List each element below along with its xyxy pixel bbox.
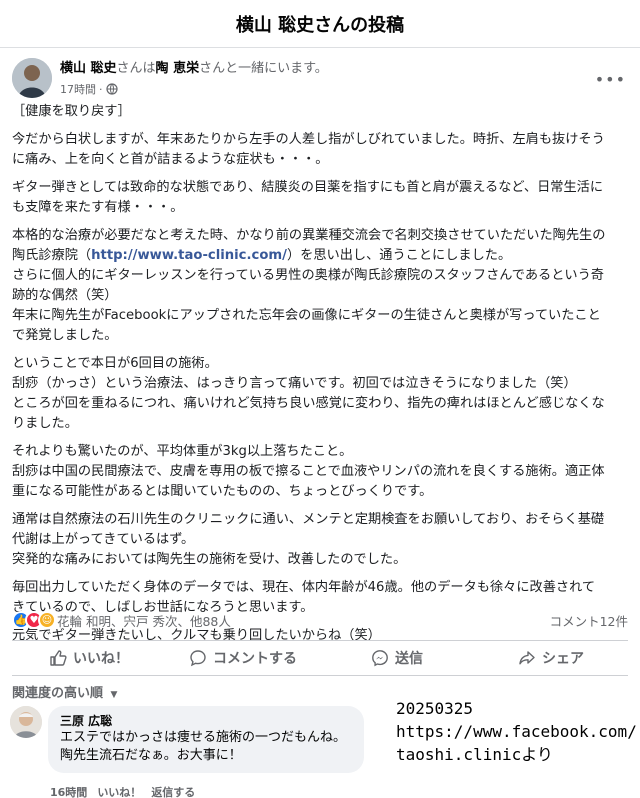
post-paragraph: ［健康を取り戻す］ (12, 102, 628, 122)
care-reaction-icon: ☺ (38, 611, 56, 629)
post-text-line: 通常は自然療法の石川先生のクリニックに通い、メンテと定期検査をお願いしており、お… (12, 512, 605, 527)
like-button[interactable]: いいね！ (12, 641, 166, 675)
globe-icon (105, 83, 118, 95)
with-text: さんは (116, 61, 156, 76)
post-paragraph: ギター弾きとしては致命的な状態であり、結膜炎の目薬を指すにも首と肩が震えるなど、… (12, 178, 628, 218)
post-text-line: で発覚しました。 (12, 328, 118, 343)
source-annotation: 20250325 https://www.facebook.com/ taosh… (396, 697, 640, 766)
author-photo (12, 58, 52, 98)
post-actions: いいね！ コメントする 送信 シェア (12, 640, 628, 676)
post-paragraph: ということで本日が6回目の施術。刮痧（かっさ）という治療法、はっきり言って痛いで… (12, 354, 628, 434)
post-text-line: 刮痧は中国の民間療法で、皮膚を専用の板で擦ることで血液やリンパの流れを良くする施… (12, 464, 605, 479)
comment-line: エステではかっさは痩せる施術の一つだもんね。 (60, 730, 347, 745)
clinic-line: 陶氏診療院（http://www.tao-clinic.com/）を思い出し、通… (12, 246, 628, 266)
post-text-line: ［健康を取り戻す］ (12, 104, 131, 119)
post-body: ［健康を取り戻す］ 今だから白状しますが、年末あたりから左手の人差し指がしびれてい… (0, 102, 640, 646)
post-paragraph: 今だから白状しますが、年末あたりから左手の人差し指がしびれていました。時折、左肩… (12, 130, 628, 170)
comment-button[interactable]: コメントする (166, 641, 320, 675)
caret-down-icon: ▼ (110, 690, 118, 700)
post-text-line: 今だから白状しますが、年末あたりから左手の人差し指がしびれていました。時折、左肩… (12, 132, 605, 147)
comment-count[interactable]: コメント12件 (550, 611, 628, 630)
clinic-text-pre: 陶氏診療院（ (12, 248, 92, 263)
comment-time[interactable]: 16時間 (50, 784, 87, 798)
post-text-line: 重になる可能性があるとは聞いていたものの、ちょっとびっくりです。 (12, 484, 433, 499)
reaction-icons[interactable]: 👍 ♥ ☺ (12, 611, 56, 629)
reaction-names[interactable]: 花輪 和明、宍戸 秀次、他88人 (57, 611, 231, 630)
author-name[interactable]: 横山 聡史 (60, 61, 117, 76)
post-text-line: りました。 (12, 416, 78, 431)
send-button[interactable]: 送信 (320, 641, 474, 675)
post-paragraph: 本格的な治療が必要だなと考えた時、かなり前の異業種交流会で名刺交換させていただい… (12, 226, 628, 266)
comment-item: 三原 広聡 エステではかっさは痩せる施術の一つだもんね。 陶先生流石だなぁ。お大… (10, 706, 364, 773)
post-text-line: それよりも驚いたのが、平均体重が3kg以上落ちたこと。 (12, 444, 353, 459)
send-label: 送信 (395, 651, 423, 667)
page-title: 横山 聡史さんの投稿 (235, 14, 405, 36)
post-text-line: 突発的な痛みにおいては陶先生の施術を受け、改善したのでした。 (12, 552, 407, 567)
like-label: いいね！ (73, 651, 129, 667)
post-time[interactable]: 17時間 (60, 81, 96, 97)
commenter-photo (10, 706, 42, 738)
post-text-line: 毎回出力していただく身体のデータでは、現在、体内年齢が46歳。他のデータも徐々に… (12, 580, 596, 595)
author-avatar[interactable] (12, 58, 52, 98)
comment-meta: 16時間 いいね！ 返信する (50, 784, 195, 798)
tagged-name[interactable]: 陶 恵栄 (156, 61, 200, 76)
comment-icon (190, 650, 206, 667)
post-header: 横山 聡史さんは陶 恵栄さんと一緒にいます。 17時間 · ••• (0, 48, 640, 102)
comment-label: コメントする (213, 651, 297, 667)
clinic-website-link[interactable]: http://www.tao-clinic.com/ (91, 248, 287, 263)
annotation-line: taoshi.clinicより (396, 745, 553, 764)
share-label: シェア (542, 651, 584, 667)
post-text-line: に痛み、上を向くと首が詰まるような症状も・・・。 (12, 152, 329, 167)
post-text-line: 本格的な治療が必要だなと考えた時、かなり前の異業種交流会で名刺交換させていただい… (12, 228, 606, 243)
post-text-line: さらに個人的にギターレッスンを行っている男性の奥様が陶氏診療院のスタッフさんであ… (12, 268, 604, 283)
post-text-line: も支障を来たす有様・・・。 (12, 200, 184, 215)
post-text-line: ということで本日が6回目の施術。 (12, 356, 218, 371)
post-text-line: 年末に陶先生がFacebookにアップされた忘年会の画像にギターの生徒さんと奥様… (12, 308, 601, 323)
sort-label: 関連度の高い順 (12, 686, 104, 701)
post-paragraph: 通常は自然療法の石川先生のクリニックに通い、メンテと定期検査をお願いしており、お… (12, 510, 628, 570)
post-text-line: 跡的な偶然（笑） (12, 288, 118, 303)
messenger-icon (372, 650, 388, 667)
post-meta: 17時間 · (60, 81, 328, 97)
with-text-end: さんと一緒にいます。 (199, 61, 328, 76)
thumbs-up-icon (50, 650, 67, 666)
post-author-line: 横山 聡史さんは陶 恵栄さんと一緒にいます。 (60, 60, 328, 78)
post-text-line: 刮痧（かっさ）という治療法、はっきり言って痛いです。初回では泣きそうになりました… (12, 376, 577, 391)
post-text-line: ギター弾きとしては致命的な状態であり、結膜炎の目薬を指すにも首と肩が震えるなど、… (12, 180, 604, 195)
comment-like-link[interactable]: いいね！ (97, 784, 141, 798)
share-button[interactable]: シェア (474, 641, 628, 675)
annotation-line: https://www.facebook.com/ (396, 722, 637, 741)
post-text-line: ところが回を重ねるにつれ、痛いけれど気持ち良い感覚に変わり、指先の痺れはほとんど… (12, 396, 605, 411)
reactions-bar: 👍 ♥ ☺ 花輪 和明、宍戸 秀次、他88人 コメント12件 (0, 606, 640, 634)
post-paragraph: さらに個人的にギターレッスンを行っている男性の奥様が陶氏診療院のスタッフさんであ… (12, 266, 628, 346)
post-paragraph: それよりも驚いたのが、平均体重が3kg以上落ちたこと。刮痧は中国の民間療法で、皮… (12, 442, 628, 502)
commenter-avatar[interactable] (10, 706, 42, 738)
comment-line: 陶先生流石だなぁ。お大事に！ (60, 748, 242, 763)
share-icon (519, 651, 535, 665)
comment-sort-dropdown[interactable]: 関連度の高い順 ▼ (12, 682, 117, 701)
separator-dot: · (99, 82, 103, 96)
page-header: 横山 聡史さんの投稿 (0, 0, 640, 48)
more-options-icon[interactable]: ••• (595, 70, 626, 89)
annotation-line: 20250325 (396, 699, 474, 718)
comment-reply-link[interactable]: 返信する (151, 784, 195, 798)
post-text-line: 代謝は上がってきているはず。 (12, 532, 195, 547)
commenter-name[interactable]: 三原 広聡 (60, 713, 352, 729)
comment-bubble: 三原 広聡 エステではかっさは痩せる施術の一つだもんね。 陶先生流石だなぁ。お大… (48, 706, 364, 773)
clinic-text-post: ）を思い出し、通うことにしました。 (286, 248, 512, 263)
